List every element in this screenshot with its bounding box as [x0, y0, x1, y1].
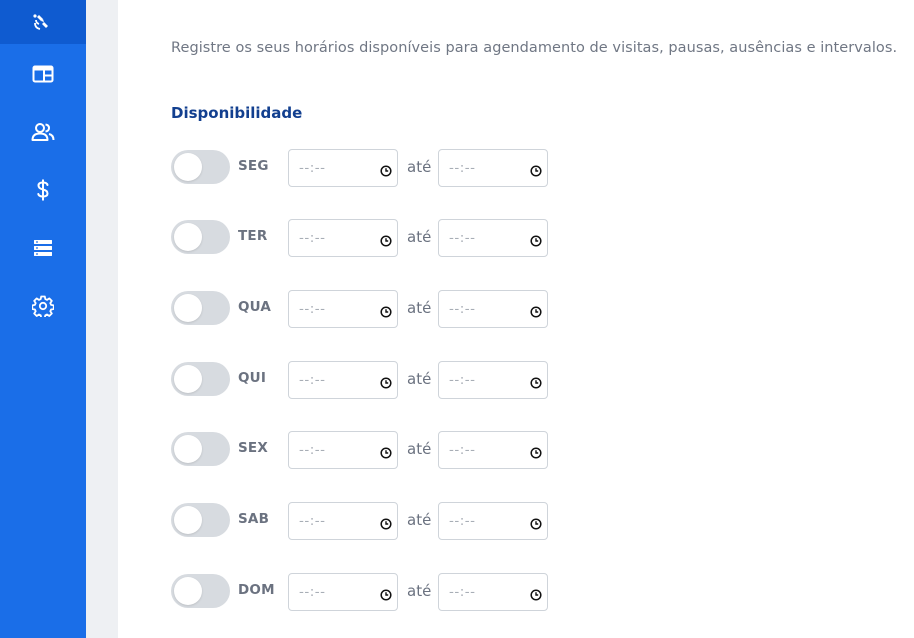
main-content: Registre os seus horários disponíveis pa…	[118, 0, 914, 638]
start-time-value: --:--	[299, 372, 326, 388]
clock-icon[interactable]	[380, 586, 392, 605]
end-time-input-sex[interactable]: --:--	[438, 431, 548, 469]
end-time-value: --:--	[449, 301, 476, 317]
toggle-knob	[174, 435, 202, 463]
start-time-value: --:--	[299, 584, 326, 600]
clock-icon[interactable]	[530, 374, 542, 393]
toggle-knob	[174, 294, 202, 322]
server-icon	[33, 239, 53, 257]
toggle-knob	[174, 365, 202, 393]
end-time-value: --:--	[449, 372, 476, 388]
availability-row-qui: QUI --:-- até --:--	[171, 361, 571, 401]
day-toggle-sex[interactable]	[171, 432, 230, 466]
start-time-value: --:--	[299, 301, 326, 317]
until-label: até	[407, 228, 432, 246]
start-time-input-qua[interactable]: --:--	[288, 290, 398, 328]
until-label: até	[407, 440, 432, 458]
users-icon	[31, 122, 55, 142]
day-toggle-qua[interactable]	[171, 291, 230, 325]
clock-icon[interactable]	[380, 162, 392, 181]
gear-icon	[32, 295, 54, 317]
toggle-knob	[174, 577, 202, 605]
clock-icon[interactable]	[530, 586, 542, 605]
end-time-value: --:--	[449, 230, 476, 246]
day-toggle-qui[interactable]	[171, 362, 230, 396]
content-gutter	[86, 0, 118, 638]
clock-icon[interactable]	[530, 162, 542, 181]
section-title: Disponibilidade	[171, 104, 303, 122]
sidebar-item-settings[interactable]	[0, 284, 86, 328]
clock-icon[interactable]	[380, 515, 392, 534]
intro-text: Registre os seus horários disponíveis pa…	[171, 40, 898, 56]
day-label: SEX	[238, 440, 268, 456]
clock-icon[interactable]	[530, 303, 542, 322]
clock-icon[interactable]	[530, 232, 542, 251]
start-time-input-sab[interactable]: --:--	[288, 502, 398, 540]
availability-row-seg: SEG --:-- até --:--	[171, 149, 571, 189]
layout-icon	[32, 65, 54, 83]
end-time-input-dom[interactable]: --:--	[438, 573, 548, 611]
availability-row-dom: DOM --:-- até --:--	[171, 573, 571, 613]
sidebar-item-users[interactable]	[0, 110, 86, 154]
end-time-value: --:--	[449, 442, 476, 458]
start-time-input-seg[interactable]: --:--	[288, 149, 398, 187]
start-time-value: --:--	[299, 513, 326, 529]
start-time-input-dom[interactable]: --:--	[288, 573, 398, 611]
sidebar-item-layout[interactable]	[0, 52, 86, 96]
day-label: TER	[238, 228, 268, 244]
start-time-input-sex[interactable]: --:--	[288, 431, 398, 469]
toggle-knob	[174, 153, 202, 181]
availability-row-ter: TER --:-- até --:--	[171, 219, 571, 259]
until-label: até	[407, 370, 432, 388]
until-label: até	[407, 299, 432, 317]
day-label: DOM	[238, 582, 275, 598]
clock-icon[interactable]	[380, 232, 392, 251]
dollar-icon	[36, 179, 50, 201]
end-time-input-sab[interactable]: --:--	[438, 502, 548, 540]
clock-icon[interactable]	[380, 374, 392, 393]
day-label: SAB	[238, 511, 270, 527]
availability-row-qua: QUA --:-- até --:--	[171, 290, 571, 330]
end-time-input-ter[interactable]: --:--	[438, 219, 548, 257]
start-time-input-qui[interactable]: --:--	[288, 361, 398, 399]
sidebar-item-satellite[interactable]	[0, 0, 86, 44]
until-label: até	[407, 582, 432, 600]
day-toggle-ter[interactable]	[171, 220, 230, 254]
end-time-input-qui[interactable]: --:--	[438, 361, 548, 399]
availability-row-sab: SAB --:-- até --:--	[171, 502, 571, 542]
toggle-knob	[174, 223, 202, 251]
end-time-value: --:--	[449, 513, 476, 529]
clock-icon[interactable]	[380, 444, 392, 463]
end-time-value: --:--	[449, 584, 476, 600]
start-time-value: --:--	[299, 442, 326, 458]
end-time-input-seg[interactable]: --:--	[438, 149, 548, 187]
day-toggle-sab[interactable]	[171, 503, 230, 537]
day-label: SEG	[238, 158, 269, 174]
satellite-icon	[32, 11, 54, 33]
clock-icon[interactable]	[530, 515, 542, 534]
until-label: até	[407, 158, 432, 176]
start-time-input-ter[interactable]: --:--	[288, 219, 398, 257]
start-time-value: --:--	[299, 160, 326, 176]
day-label: QUA	[238, 299, 272, 315]
availability-row-sex: SEX --:-- até --:--	[171, 431, 571, 471]
sidebar-item-servers[interactable]	[0, 226, 86, 270]
day-toggle-seg[interactable]	[171, 150, 230, 184]
sidebar	[0, 0, 86, 638]
end-time-input-qua[interactable]: --:--	[438, 290, 548, 328]
until-label: até	[407, 511, 432, 529]
clock-icon[interactable]	[530, 444, 542, 463]
day-label: QUI	[238, 370, 267, 386]
start-time-value: --:--	[299, 230, 326, 246]
day-toggle-dom[interactable]	[171, 574, 230, 608]
end-time-value: --:--	[449, 160, 476, 176]
sidebar-item-financial[interactable]	[0, 168, 86, 212]
toggle-knob	[174, 506, 202, 534]
clock-icon[interactable]	[380, 303, 392, 322]
